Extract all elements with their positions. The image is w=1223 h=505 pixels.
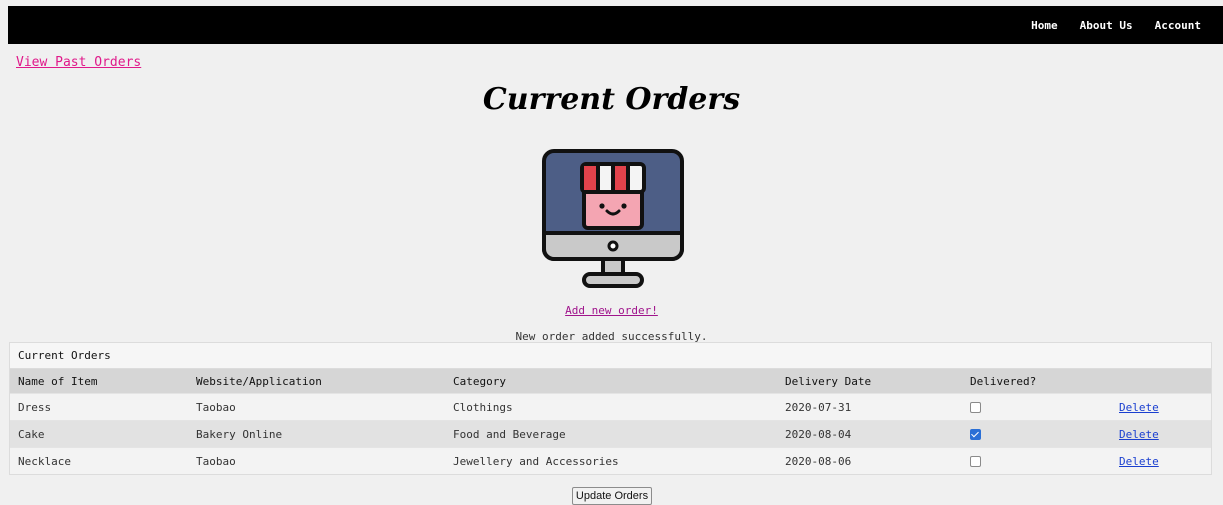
nav-about-link[interactable]: About Us	[1080, 19, 1133, 32]
cell-website: Taobao	[188, 447, 445, 474]
cell-action: Delete	[1111, 447, 1211, 474]
cell-delivered	[962, 393, 1111, 421]
update-orders-button[interactable]: Update Orders	[572, 487, 652, 505]
cell-delivered	[962, 420, 1111, 448]
view-past-orders-link[interactable]: View Past Orders	[16, 55, 141, 70]
header-delivery-date: Delivery Date	[777, 369, 962, 394]
top-navbar: Home About Us Account	[8, 6, 1223, 44]
delivered-checkbox[interactable]	[970, 456, 981, 467]
shop-monitor-icon	[542, 149, 684, 288]
cell-action: Delete	[1111, 420, 1211, 448]
table-row: Necklace Taobao Jewellery and Accessorie…	[10, 447, 1211, 474]
cell-name: Dress	[10, 393, 188, 421]
add-new-order-link[interactable]: Add new order!	[0, 304, 1223, 317]
header-actions	[1111, 369, 1211, 394]
table-caption: Current Orders	[10, 343, 1211, 369]
nav-home-link[interactable]: Home	[1031, 19, 1058, 32]
header-delivered: Delivered?	[962, 369, 1111, 394]
delete-link[interactable]: Delete	[1119, 428, 1159, 441]
cell-date: 2020-08-06	[777, 447, 962, 474]
table-row: Cake Bakery Online Food and Beverage 202…	[10, 420, 1211, 448]
delete-link[interactable]: Delete	[1119, 401, 1159, 414]
header-website: Website/Application	[188, 369, 445, 394]
cell-category: Clothings	[445, 393, 777, 421]
table-header-row: Name of Item Website/Application Categor…	[10, 369, 1211, 394]
cell-action: Delete	[1111, 393, 1211, 421]
header-category: Category	[445, 369, 777, 394]
header-name: Name of Item	[10, 369, 188, 394]
cell-category: Food and Beverage	[445, 420, 777, 448]
cell-delivered	[962, 447, 1111, 474]
cell-name: Cake	[10, 420, 188, 448]
delete-link[interactable]: Delete	[1119, 455, 1159, 468]
nav-account-link[interactable]: Account	[1155, 19, 1201, 32]
cell-website: Taobao	[188, 393, 445, 421]
cell-website: Bakery Online	[188, 420, 445, 448]
delivered-checkbox[interactable]	[970, 402, 981, 413]
page-title: Current Orders	[482, 82, 741, 117]
cell-date: 2020-07-31	[777, 393, 962, 421]
cell-category: Jewellery and Accessories	[445, 447, 777, 474]
cell-name: Necklace	[10, 447, 188, 474]
current-orders-table: Current Orders Name of Item Website/Appl…	[9, 342, 1212, 475]
cell-date: 2020-08-04	[777, 420, 962, 448]
delivered-checkbox[interactable]	[970, 429, 981, 440]
table-row: Dress Taobao Clothings 2020-07-31 Delete	[10, 393, 1211, 421]
